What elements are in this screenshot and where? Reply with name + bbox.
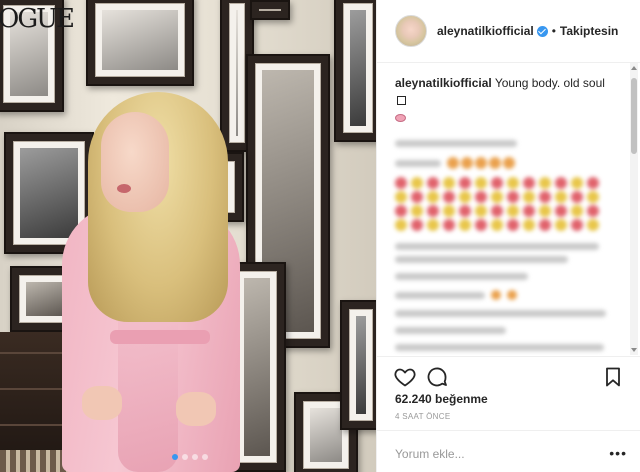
photo-vogue-text: OGUE xyxy=(0,4,75,34)
photo-frame xyxy=(340,300,376,430)
header-username[interactable]: aleynatilkiofficial xyxy=(437,24,534,38)
avatar[interactable] xyxy=(395,15,427,47)
photo-hand xyxy=(176,392,216,426)
photo-lips xyxy=(117,184,131,193)
carousel-dot[interactable] xyxy=(172,454,178,460)
comment-icon[interactable] xyxy=(425,365,449,389)
add-comment-bar: ••• xyxy=(377,430,640,472)
photo-face xyxy=(101,112,169,212)
photo-frame xyxy=(250,0,290,20)
post-actions xyxy=(377,356,640,396)
header-separator: • xyxy=(551,24,556,38)
caption-username[interactable]: aleynatilkiofficial xyxy=(395,76,492,90)
carousel-dot[interactable] xyxy=(182,454,188,460)
bookmark-icon[interactable] xyxy=(601,365,625,389)
follow-status-button[interactable]: Takiptesin xyxy=(560,24,618,38)
likes-count[interactable]: 62.240 beğenme xyxy=(395,392,488,406)
caption-text: Young body. old soul xyxy=(494,76,605,90)
photo-frame: OGUE xyxy=(0,0,75,112)
photo-frame xyxy=(334,0,376,142)
carousel-dot[interactable] xyxy=(192,454,198,460)
square-emoji-icon xyxy=(397,96,406,105)
post-header: aleynatilkiofficial • Takiptesin xyxy=(377,0,640,63)
comments-list[interactable]: aleynatilkiofficial Young body. old soul xyxy=(377,63,631,355)
blurred-comments xyxy=(395,140,617,351)
scrollbar-thumb[interactable] xyxy=(631,78,637,154)
post-photo[interactable]: OGUE xyxy=(0,0,376,472)
post-side-panel: aleynatilkiofficial • Takiptesin aleynat… xyxy=(376,0,640,472)
comment-input[interactable] xyxy=(395,447,595,461)
scroll-up-icon[interactable] xyxy=(631,66,637,70)
carousel-dots[interactable] xyxy=(172,454,208,460)
emoji-grid xyxy=(395,177,617,231)
photo-hand xyxy=(82,386,122,420)
pink-heart-emoji-icon xyxy=(395,114,406,122)
scroll-down-icon[interactable] xyxy=(631,348,637,352)
more-icon[interactable]: ••• xyxy=(609,445,627,461)
verified-badge-icon xyxy=(536,25,548,37)
post-timestamp[interactable]: 4 SAAT ÖNCE xyxy=(395,412,450,421)
heart-icon[interactable] xyxy=(393,365,417,389)
photo-belt xyxy=(110,330,210,344)
carousel-dot[interactable] xyxy=(202,454,208,460)
photo-frame xyxy=(86,0,194,86)
caption: aleynatilkiofficial Young body. old soul xyxy=(395,75,617,126)
